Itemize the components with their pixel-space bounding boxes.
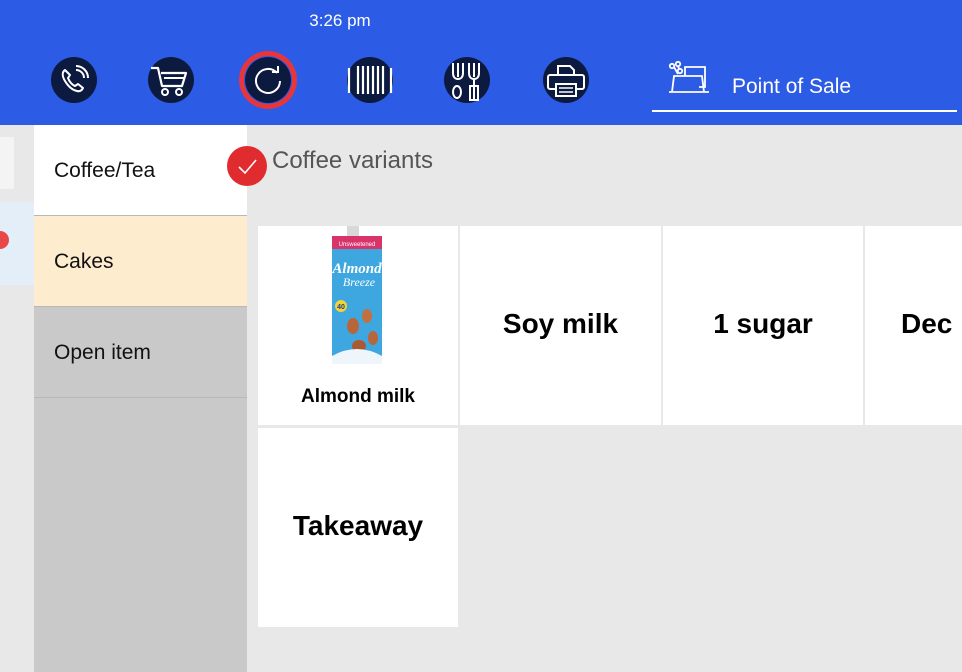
order-panel-field	[0, 137, 14, 189]
almond-milk-carton-image: Unsweetened Almond Breeze 40	[331, 226, 382, 364]
refresh-button[interactable]	[244, 56, 292, 104]
barcode-button[interactable]	[346, 56, 394, 104]
category-sidebar: Coffee/Tea Cakes Open item	[34, 125, 247, 672]
category-open-item[interactable]: Open item	[34, 307, 247, 398]
category-coffee-tea[interactable]: Coffee/Tea	[34, 125, 247, 216]
carton-text: Breeze	[343, 275, 376, 289]
item-label: Takeaway	[292, 510, 424, 541]
cart-icon	[148, 57, 194, 103]
cash-register-icon	[668, 60, 709, 93]
cutlery-button[interactable]	[443, 56, 491, 104]
cutlery-icon	[444, 57, 490, 103]
section-title: Coffee variants	[272, 147, 433, 174]
item-label: 1 sugar	[713, 308, 813, 339]
carton-text: Unsweetened	[339, 242, 376, 248]
mode-label: Point of Sale	[732, 75, 852, 98]
status-time: 3:26 pm	[309, 11, 371, 30]
item-dec[interactable]: Dec	[865, 226, 962, 425]
printer-button[interactable]	[542, 56, 590, 104]
phone-icon	[51, 57, 97, 103]
item-soy-milk[interactable]: Soy milk	[460, 226, 661, 425]
refresh-icon	[245, 57, 291, 103]
item-label: Almond milk	[300, 386, 415, 407]
category-label: Cakes	[54, 250, 114, 273]
category-label: Coffee/Tea	[54, 159, 156, 182]
item-label: Soy milk	[502, 308, 619, 339]
item-1-sugar[interactable]: 1 sugar	[663, 226, 863, 425]
category-cakes[interactable]: Cakes	[34, 216, 247, 307]
printer-icon	[543, 57, 589, 103]
item-almond-milk[interactable]: Unsweetened Almond Breeze 40 Almond milk	[258, 226, 458, 425]
category-label: Open item	[54, 341, 151, 364]
point-of-sale-mode[interactable]: Point of Sale	[652, 56, 957, 112]
phone-button[interactable]	[50, 56, 98, 104]
barcode-icon	[347, 57, 393, 103]
selected-check-badge	[227, 146, 267, 186]
cart-button[interactable]	[147, 56, 195, 104]
item-label: Dec	[901, 308, 953, 339]
item-takeaway[interactable]: Takeaway	[258, 428, 458, 627]
top-toolbar: 3:26 pm Point of Sale	[0, 0, 962, 125]
check-icon	[238, 159, 257, 175]
order-panel-edge	[0, 125, 34, 672]
carton-text: 40	[337, 304, 345, 311]
